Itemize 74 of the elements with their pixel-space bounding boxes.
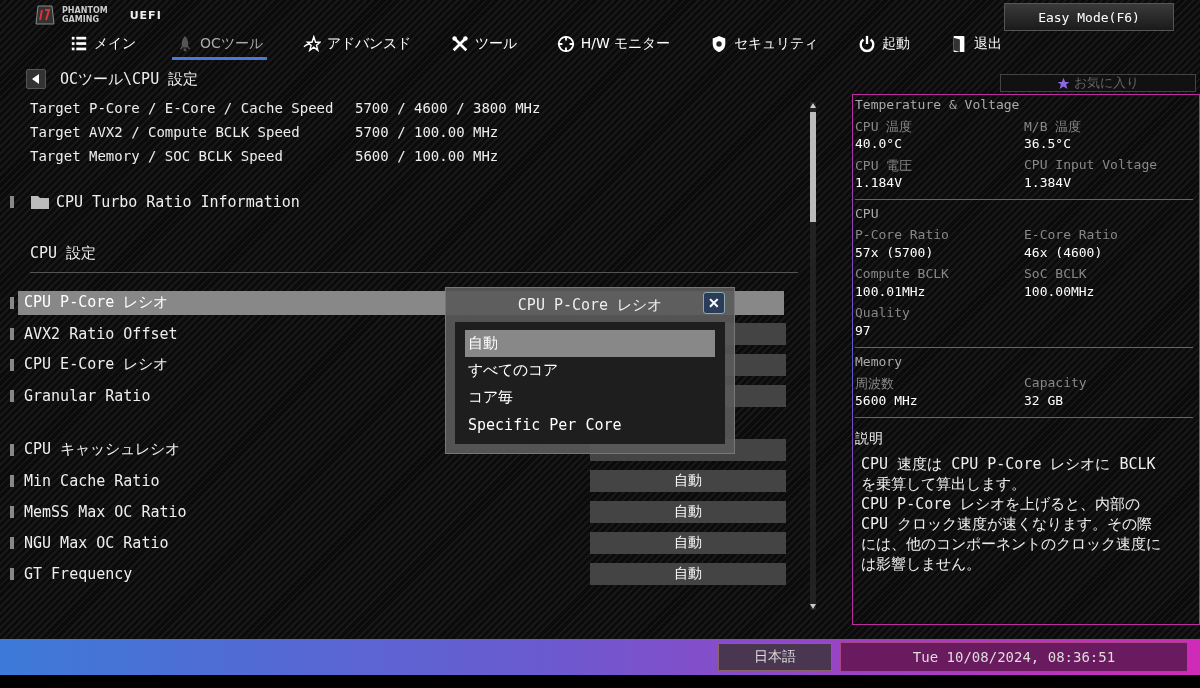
option-item[interactable]: コア毎 (465, 384, 715, 411)
brand-text: GAMING (62, 15, 100, 24)
monitor-value: 46x (4600) (1024, 245, 1104, 262)
nav-tab[interactable]: メイン (66, 30, 140, 60)
monitor-label: Compute BCLK (855, 266, 950, 283)
value-dropdown[interactable]: 自動 (590, 562, 786, 585)
monitor-value: 100.01MHz (855, 284, 927, 301)
monitor-value: 5600 MHz (855, 393, 919, 410)
language-button[interactable]: 日本語 (718, 643, 832, 671)
monitor-label: SoC BCLK (1024, 266, 1088, 283)
nav-tab[interactable]: OCツール (172, 30, 267, 60)
back-button[interactable] (26, 69, 46, 89)
setting-label[interactable]: Min Cache Ratio (18, 468, 590, 493)
monitor-label: 周波数 (855, 375, 895, 393)
info-value: 5700 / 100.00 MHz (355, 124, 500, 140)
info-label: Target P-Core / E-Core / Cache Speed (30, 100, 335, 116)
scrollbar[interactable] (808, 102, 818, 610)
list-icon (70, 34, 88, 53)
monitor-section-title: CPU (855, 206, 880, 223)
option-item[interactable]: すべてのコア (465, 357, 715, 384)
monitor-label: Quality (855, 305, 911, 322)
setting-label[interactable]: NGU Max OC Ratio (18, 530, 590, 555)
uefi-label: UEFI (129, 8, 162, 22)
datetime-display: Tue 10/08/2024, 08:36:51 (840, 642, 1188, 672)
nav-tab[interactable]: ツール (446, 30, 521, 60)
star-icon (1057, 76, 1070, 90)
monitor-value: 100.00MHz (1024, 284, 1096, 301)
monitor-label: P-Core Ratio (855, 227, 950, 244)
monitor-label: CPU Input Voltage (1024, 157, 1159, 174)
monitor-value: 97 (855, 323, 872, 340)
monitor-label: Capacity (1024, 375, 1088, 392)
info-label: Target AVX2 / Compute BCLK Speed (30, 124, 301, 140)
value-dropdown[interactable]: 自動 (590, 500, 786, 523)
monitor-section-title: Temperature & Voltage (855, 97, 1021, 114)
nav-tab[interactable]: アドバンスド (298, 30, 415, 60)
monitor-value: 57x (5700) (855, 245, 935, 262)
value-dropdown[interactable]: 自動 (590, 531, 786, 554)
star-icon (302, 34, 321, 53)
close-button[interactable]: ✕ (703, 292, 725, 314)
nav-tab[interactable]: 退出 (946, 30, 1007, 60)
crosshair-icon (556, 34, 575, 53)
value-dropdown[interactable]: 自動 (590, 469, 786, 492)
monitor-value: 1.384V (1024, 175, 1072, 192)
info-label: Target Memory / SOC BCLK Speed (30, 148, 284, 164)
info-value: 5700 / 4600 / 3800 MHz (355, 100, 542, 116)
folder-item[interactable]: CPU Turbo Ratio Information (56, 193, 300, 211)
monitor-value: 32 GB (1024, 393, 1065, 410)
setting-label[interactable]: GT Frequency (18, 561, 590, 586)
monitor-label: E-Core Ratio (1024, 227, 1119, 244)
nav-tab[interactable]: H/W モニター (552, 30, 675, 60)
logo-icon (34, 4, 56, 26)
monitor-label: CPU 温度 (855, 118, 914, 136)
info-value: 5600 / 100.00 MHz (355, 148, 500, 164)
breadcrumb: OCツール\CPU 設定 (60, 69, 199, 89)
setting-label[interactable]: MemSS Max OC Ratio (18, 499, 590, 524)
description-text: CPU 速度は CPU P-Core レシオに BCLK を乗算して算出します。 CPU P-Core レシオを上げると、内部の CPU クロック速度が速くなります。その際には、他のコンポーネントのクロック速度には影響しません。 (860, 454, 1162, 574)
section-title: CPU 設定 (30, 244, 798, 273)
nav-tab[interactable]: 起動 (854, 30, 915, 60)
power-icon (858, 34, 877, 53)
brand-text: PHANTOM (62, 6, 108, 15)
description-title: 説明 (855, 430, 884, 448)
monitor-section-title: Memory (855, 354, 903, 371)
monitor-value: 36.5°C (1024, 136, 1072, 153)
folder-icon (30, 194, 50, 210)
nav-tab[interactable]: セキュリティ (706, 30, 823, 60)
option-item[interactable]: Specific Per Core (465, 411, 715, 438)
monitor-value: 40.0°C (855, 136, 903, 153)
monitor-label: CPU 電圧 (855, 157, 914, 175)
monitor-value: 1.184V (855, 175, 903, 192)
triangle-left-icon (32, 74, 40, 84)
monitor-label: M/B 温度 (1024, 118, 1083, 136)
option-item[interactable]: 自動 (465, 330, 715, 357)
easy-mode-button[interactable]: Easy Mode(F6) (1004, 3, 1174, 31)
popup-title: CPU P-Core レシオ (517, 295, 663, 315)
